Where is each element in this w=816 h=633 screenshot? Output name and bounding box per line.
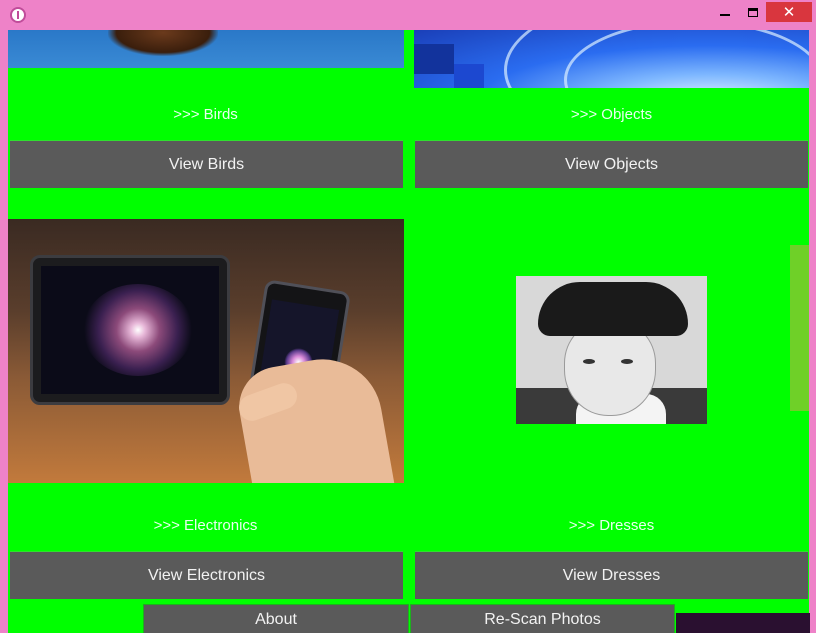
- objects-block: [454, 64, 484, 88]
- view-birds-button[interactable]: View Birds: [10, 140, 403, 188]
- maximize-button[interactable]: [740, 2, 766, 22]
- about-button[interactable]: About: [143, 604, 409, 633]
- objects-caption: >>> Objects: [570, 106, 653, 123]
- tablet-screen: [41, 266, 219, 394]
- gallery-content: >>> Birds View Birds >>> Objects View Ob…: [8, 30, 809, 633]
- objects-ring: [564, 30, 809, 88]
- view-objects-button[interactable]: View Objects: [415, 140, 808, 188]
- partial-image: [676, 613, 810, 633]
- bird-shape: [108, 30, 218, 56]
- birds-caption: >>> Birds: [173, 106, 238, 123]
- title-bar: ✕: [0, 0, 816, 30]
- close-button[interactable]: ✕: [766, 2, 812, 22]
- electronics-caption: >>> Electronics: [153, 517, 258, 534]
- objects-image[interactable]: [414, 30, 809, 88]
- nebula-shape: [83, 284, 193, 376]
- portrait-cap: [538, 282, 688, 336]
- close-icon: ✕: [782, 3, 796, 21]
- dresses-caption: >>> Dresses: [568, 517, 655, 534]
- electronics-image[interactable]: [8, 219, 404, 483]
- maximize-icon: [748, 7, 758, 17]
- birds-image[interactable]: [8, 30, 404, 68]
- minimize-icon: [720, 14, 730, 16]
- side-scroll-handle[interactable]: [790, 245, 809, 411]
- portrait-eye: [621, 359, 633, 364]
- rescan-photos-button[interactable]: Re-Scan Photos: [410, 604, 675, 633]
- dresses-image[interactable]: [516, 276, 707, 424]
- tablet-shape: [30, 255, 230, 405]
- app-icon: [10, 7, 26, 23]
- view-electronics-button[interactable]: View Electronics: [10, 551, 403, 599]
- objects-block: [414, 44, 454, 74]
- minimize-button[interactable]: [712, 2, 738, 22]
- portrait-eye: [583, 359, 595, 364]
- view-dresses-button[interactable]: View Dresses: [415, 551, 808, 599]
